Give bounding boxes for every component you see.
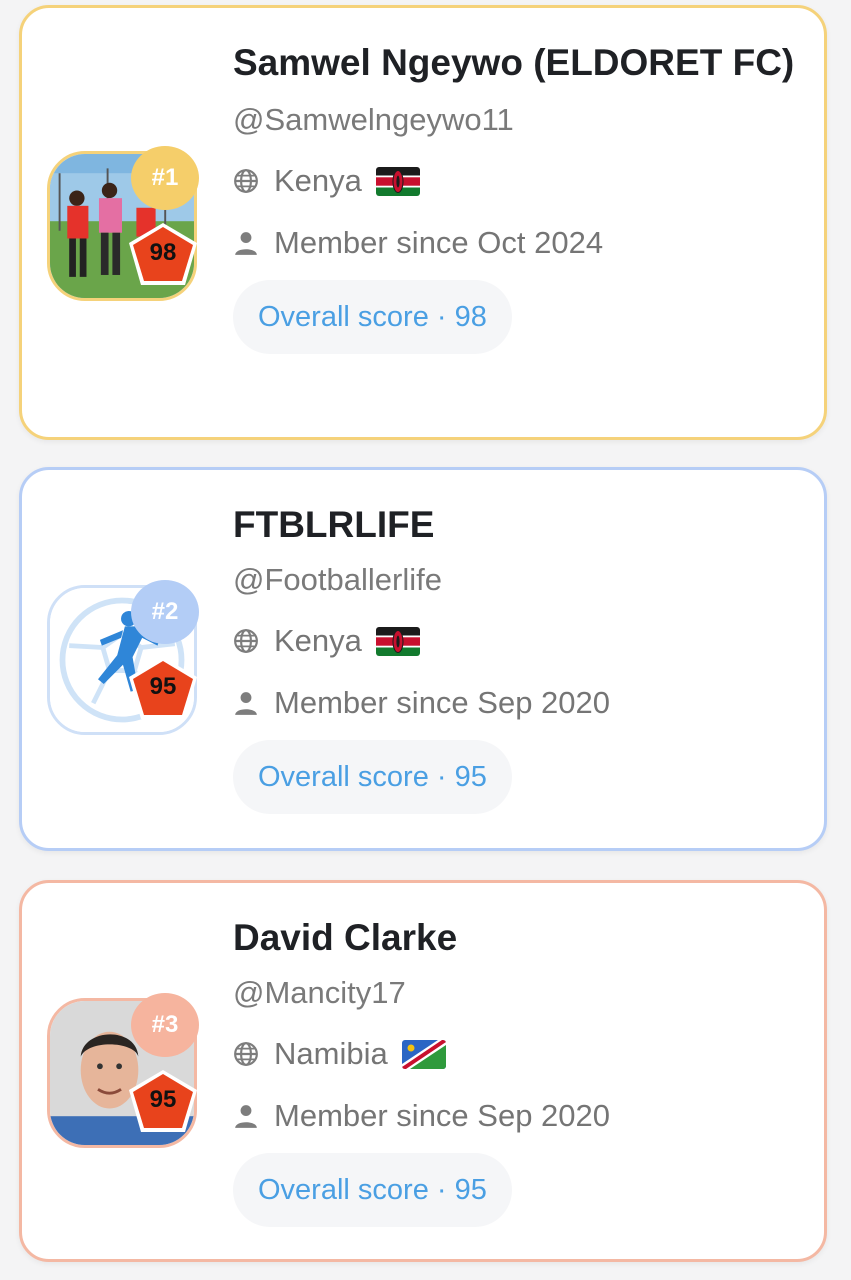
country-row: Namibia [233, 1034, 804, 1074]
rank-badge: #1 [131, 146, 199, 210]
member-row: Member since Oct 2024 [233, 223, 804, 263]
overall-score-button[interactable]: Overall score · 95 [233, 740, 512, 814]
score-badge: 95 [123, 649, 203, 729]
score-badge-value: 95 [149, 1086, 177, 1113]
player-info: FTBLRLIFE @Footballerlife Kenya Member s… [233, 503, 804, 814]
leaderboard-card-2[interactable]: #2 95 FTBLRLIFE @Footballerlife Kenya Me… [19, 467, 827, 851]
avatar-group: #2 95 [47, 580, 199, 735]
member-since-label: Member since Sep 2020 [274, 685, 611, 720]
player-info: David Clarke @Mancity17 Namibia Member s… [233, 916, 804, 1227]
country-row: Kenya [233, 621, 804, 661]
member-since-label: Member since Oct 2024 [274, 225, 604, 260]
person-icon [233, 1103, 259, 1129]
rank-badge: #3 [131, 993, 199, 1057]
globe-icon [233, 1041, 259, 1067]
member-since-label: Member since Sep 2020 [274, 1098, 611, 1133]
country-label: Kenya [274, 163, 362, 198]
namibia-flag-icon [402, 1040, 446, 1069]
member-row: Member since Sep 2020 [233, 683, 804, 723]
score-badge-value: 95 [149, 673, 177, 700]
player-handle: @Samwelngeywo11 [233, 102, 514, 137]
score-badge: 95 [123, 1062, 203, 1142]
leaderboard-card-1[interactable]: #1 98 Samwel Ngeywo (ELDORET FC) @Samwel… [19, 5, 827, 440]
globe-icon [233, 168, 259, 194]
member-row: Member since Sep 2020 [233, 1096, 804, 1136]
player-name[interactable]: David Clarke [233, 916, 804, 960]
country-label: Kenya [274, 623, 362, 658]
player-name[interactable]: FTBLRLIFE [233, 503, 804, 547]
avatar-group: #3 95 [47, 993, 199, 1148]
score-badge: 98 [123, 215, 203, 295]
country-row: Kenya [233, 161, 804, 201]
kenya-flag-icon [376, 167, 420, 196]
kenya-flag-icon [376, 627, 420, 656]
overall-score-button[interactable]: Overall score · 98 [233, 280, 512, 354]
overall-score-button[interactable]: Overall score · 95 [233, 1153, 512, 1227]
rank-badge: #2 [131, 580, 199, 644]
country-label: Namibia [274, 1036, 388, 1071]
score-badge-value: 98 [149, 239, 177, 266]
avatar-group: #1 98 [47, 146, 199, 301]
player-name[interactable]: Samwel Ngeywo (ELDORET FC) [233, 41, 804, 85]
player-handle: @Footballerlife [233, 562, 442, 597]
person-icon [233, 230, 259, 256]
player-info: Samwel Ngeywo (ELDORET FC) @Samwelngeywo… [233, 41, 804, 354]
person-icon [233, 690, 259, 716]
player-handle: @Mancity17 [233, 975, 406, 1010]
globe-icon [233, 628, 259, 654]
leaderboard-card-3[interactable]: #3 95 David Clarke @Mancity17 Namibia Me… [19, 880, 827, 1262]
